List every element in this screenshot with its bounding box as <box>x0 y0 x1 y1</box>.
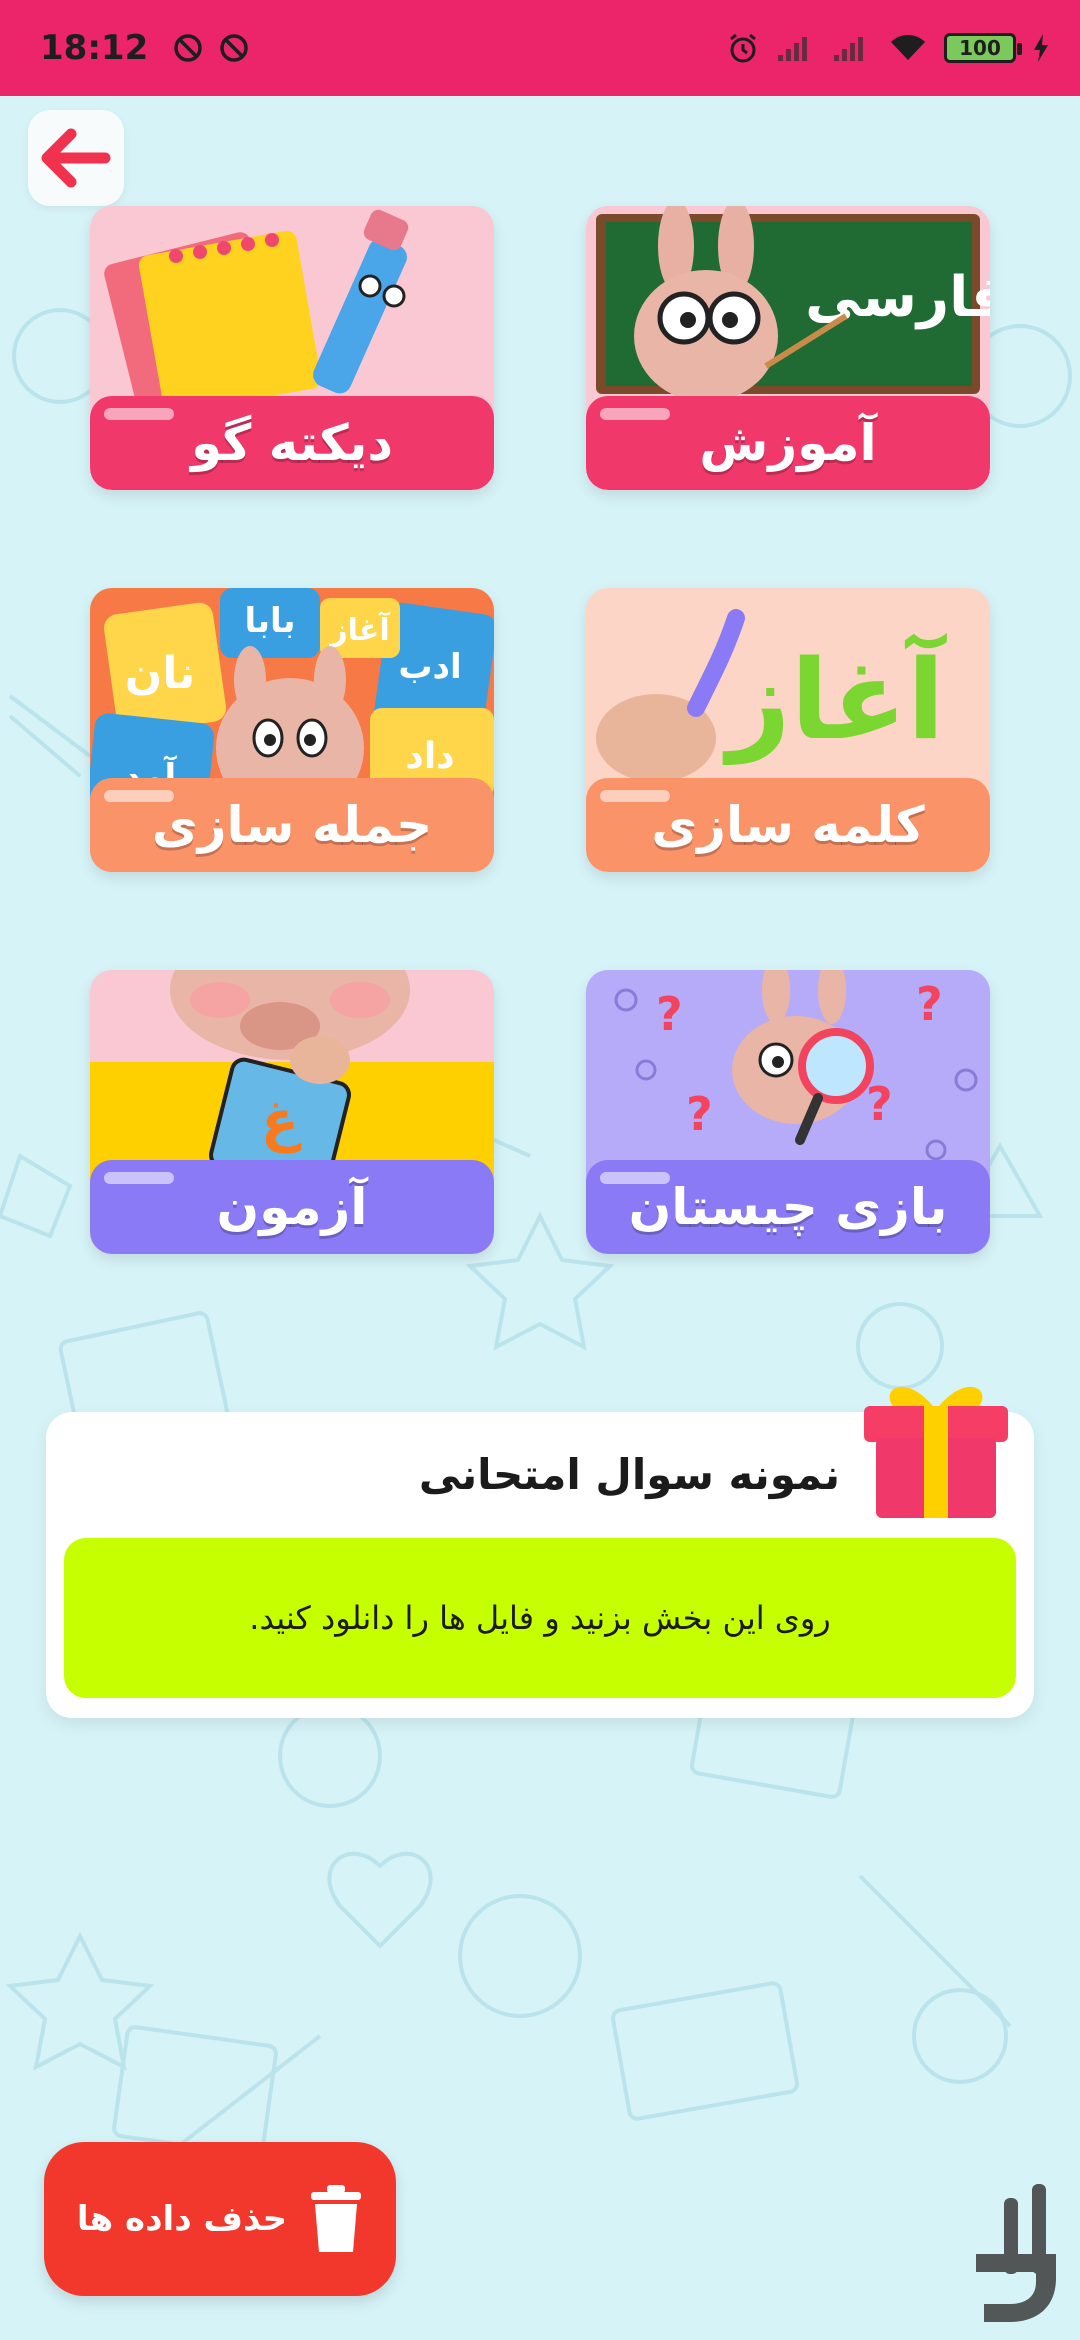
store-logo-icon <box>976 2184 1056 2322</box>
gift-icon <box>864 1386 1008 1518</box>
word-card-text: داد <box>405 736 454 777</box>
tile-label: دیکته گو <box>90 396 494 490</box>
tile-label: آزمون <box>90 1160 494 1254</box>
back-arrow-icon <box>41 128 111 188</box>
signal-icon <box>778 37 807 61</box>
back-button[interactable] <box>28 110 124 206</box>
tile-label: کلمه سازی <box>586 778 990 872</box>
alarm-icon <box>730 33 756 63</box>
svg-text:?: ? <box>686 1087 713 1141</box>
svg-text:?: ? <box>656 987 683 1041</box>
notification-blocked-icon <box>174 34 202 62</box>
word-card-text: نان <box>125 648 196 699</box>
delete-data-button[interactable]: حذف داده ها <box>44 2142 396 2296</box>
exam-download-banner[interactable]: روی این بخش بزنید و فایل ها را دانلود کن… <box>64 1538 1016 1698</box>
svg-text:?: ? <box>866 1077 893 1131</box>
exam-download-text: روی این بخش بزنید و فایل ها را دانلود کن… <box>249 1599 831 1637</box>
exam-samples-title: نمونه سوال امتحانی <box>418 1450 840 1499</box>
charging-icon <box>1034 34 1048 62</box>
tile-label: جمله سازی <box>90 778 494 872</box>
status-time: 18:12 <box>40 28 149 68</box>
wifi-icon <box>891 34 925 60</box>
tile-sentence-building[interactable]: نان بابا آغاز ادب داد آمد جمله سازی <box>90 588 494 872</box>
battery-icon: 100 <box>944 33 1022 63</box>
tile-label: آموزش <box>586 396 990 490</box>
svg-text:غ: غ <box>261 1089 302 1154</box>
tile-riddle-game[interactable]: ? ? ? ? بازی چیستان <box>586 970 990 1254</box>
tile-learning[interactable]: فارسی آموزش <box>586 206 990 490</box>
status-bar: 18:12 100 <box>0 0 1080 96</box>
signal-icon <box>834 37 863 61</box>
tile-word-building[interactable]: آغاز کلمه سازی <box>586 588 990 872</box>
trash-icon <box>311 2185 362 2252</box>
tile-dictation[interactable]: دیکته گو <box>90 206 494 490</box>
svg-text:?: ? <box>916 977 943 1031</box>
word-card-text: ادب <box>398 647 461 687</box>
word-card-text: بابا <box>244 601 295 641</box>
letters-text: آغاز <box>722 632 947 765</box>
chalkboard-text: فارسی <box>805 265 990 330</box>
word-card-text: آغاز <box>328 611 390 648</box>
notification-blocked-icon <box>220 34 248 62</box>
tile-label: بازی چیستان <box>586 1160 990 1254</box>
tile-quiz[interactable]: غ آزمون <box>90 970 494 1254</box>
delete-data-label: حذف داده ها <box>76 2199 288 2239</box>
